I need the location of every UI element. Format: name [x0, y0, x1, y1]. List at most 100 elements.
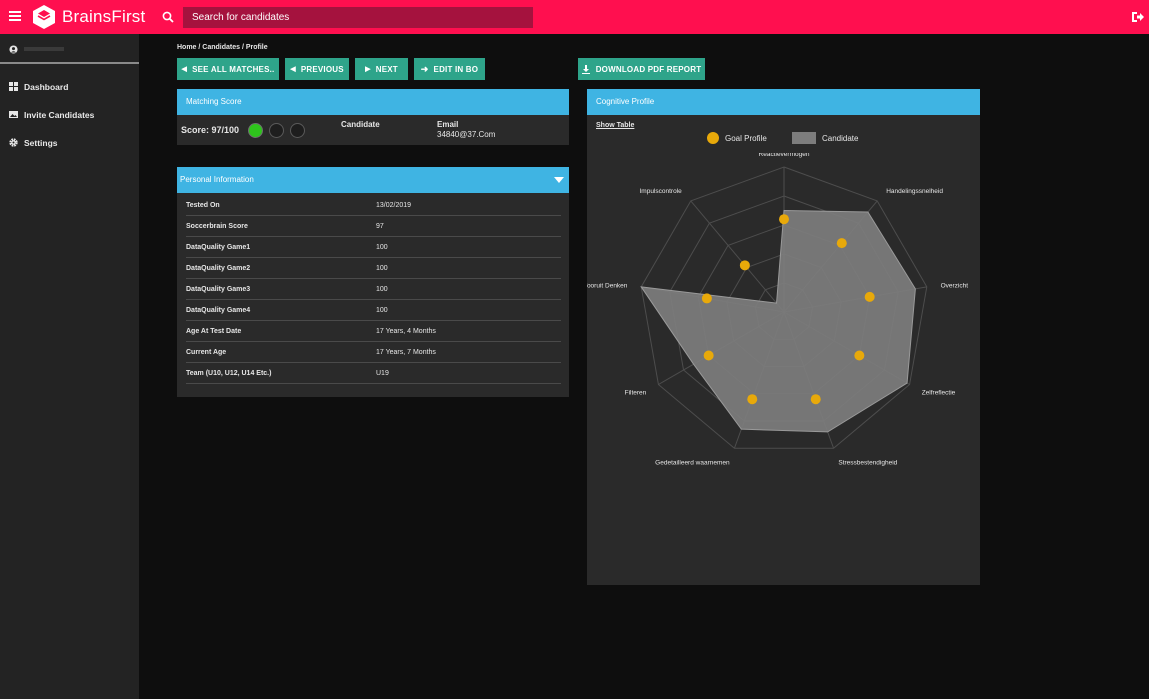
goal-profile-point: [739, 260, 750, 271]
axis-label: Vooruit Denken: [587, 282, 628, 289]
edit-in-bo-button[interactable]: ➜ EDIT IN BO: [414, 58, 485, 80]
edit-in-bo-label: EDIT IN BO: [433, 64, 479, 74]
chevron-left-icon: ◀: [181, 66, 188, 73]
sidebar-item-label: Dashboard: [24, 82, 69, 92]
goal-profile-point: [747, 394, 758, 405]
axis-label: Handelingssnelheid: [886, 188, 943, 195]
match-indicator-1: [248, 123, 263, 138]
sidebar-item-label: Settings: [24, 138, 58, 148]
search-input[interactable]: [183, 7, 533, 28]
previous-label: PREVIOUS: [300, 64, 344, 74]
cognitive-profile-header: Cognitive Profile: [587, 89, 980, 115]
candidate-label: Candidate: [341, 120, 380, 129]
personal-information-title: Personal Information: [180, 175, 254, 184]
sidebar-item-dashboard[interactable]: Dashboard: [0, 77, 139, 97]
breadcrumb: Home / Candidates / Profile: [177, 44, 268, 51]
info-key: Age At Test Date: [186, 328, 242, 335]
next-label: NEXT: [375, 64, 398, 74]
chevron-left-icon: ◀: [290, 66, 296, 73]
info-key: DataQuality Game3: [186, 286, 251, 293]
previous-button[interactable]: ◀ PREVIOUS: [285, 58, 349, 80]
arrow-right-icon: ➜: [420, 63, 429, 74]
goal-profile-point: [810, 394, 821, 405]
info-value: 100: [376, 244, 388, 251]
sidebar-item-settings[interactable]: Settings: [0, 133, 139, 153]
dashboard-icon: [9, 82, 18, 91]
axis-label: Reactievermogen: [759, 153, 810, 158]
info-value: 100: [376, 265, 388, 272]
goal-profile-point: [701, 293, 712, 304]
info-row: Age At Test Date 17 Years, 4 Months: [186, 321, 561, 342]
legend-candidate-swatch: [792, 132, 816, 144]
search-icon[interactable]: [162, 11, 174, 23]
info-key: Soccerbrain Score: [186, 223, 248, 230]
info-key: Team (U10, U12, U14 Etc.): [186, 370, 272, 377]
brand-logo[interactable]: BrainsFirst: [30, 3, 145, 31]
legend-goal-swatch: [707, 132, 719, 144]
next-button[interactable]: ▶ NEXT: [355, 58, 408, 80]
top-bar: BrainsFirst: [0, 0, 1149, 34]
info-value: 97: [376, 223, 384, 230]
info-row: Current Age 17 Years, 7 Months: [186, 342, 561, 363]
see-all-matches-button[interactable]: ◀ SEE ALL MATCHES..: [177, 58, 279, 80]
info-value: U19: [376, 370, 389, 377]
sidebar-item-label: Invite Candidates: [24, 110, 95, 120]
email-label: Email: [437, 120, 459, 129]
see-all-matches-label: SEE ALL MATCHES..: [192, 64, 275, 74]
goal-profile-point: [864, 291, 875, 302]
email-value: 34840@37.Com: [437, 130, 496, 139]
legend-goal-label: Goal Profile: [725, 133, 767, 143]
axis-label: Zelfreflectie: [922, 390, 956, 397]
axis-label: Stressbestendigheid: [838, 459, 897, 466]
chevron-down-icon[interactable]: [554, 177, 564, 183]
legend-candidate-label: Candidate: [822, 133, 859, 143]
hamburger-menu-icon[interactable]: [9, 11, 21, 21]
personal-information-panel: Personal Information Tested On 13/02/2019…: [177, 167, 569, 397]
radar-chart: Reactievermogen Handelingssnelheid Overzic…: [587, 153, 968, 466]
sidebar: Dashboard Invite Candidates Settings: [0, 34, 139, 699]
goal-profile-point: [779, 214, 789, 225]
info-row: Soccerbrain Score 97: [186, 216, 561, 237]
logo-text: BrainsFirst: [62, 7, 146, 26]
info-key: Tested On: [186, 202, 220, 209]
download-icon: [581, 64, 590, 74]
info-value: 100: [376, 286, 388, 293]
axis-label: Gedetailleerd waarnemen: [655, 459, 730, 466]
info-value: 100: [376, 307, 388, 314]
download-pdf-report-button[interactable]: DOWNLOAD PDF REPORT: [578, 58, 705, 80]
matching-score-header: Matching Score: [177, 89, 569, 115]
info-value: 13/02/2019: [376, 202, 412, 209]
info-row: DataQuality Game3 100: [186, 279, 561, 300]
legend-candidate[interactable]: Candidate: [792, 131, 858, 145]
download-pdf-label: DOWNLOAD PDF REPORT: [595, 64, 702, 74]
goal-profile-point: [854, 350, 865, 361]
logout-icon[interactable]: [1131, 11, 1144, 23]
goal-profile-point: [703, 350, 714, 361]
info-key: DataQuality Game1: [186, 244, 251, 251]
info-key: Current Age: [186, 349, 227, 356]
axis-label: Impulscontrole: [640, 188, 683, 195]
matching-score-panel: Matching Score Score: 97/100 Candidate E…: [177, 89, 569, 145]
legend-goal-profile[interactable]: Goal Profile: [707, 131, 767, 145]
info-row: DataQuality Game4 100: [186, 300, 561, 321]
score-label: Score: 97/100: [181, 125, 240, 135]
user-profile-row[interactable]: [0, 34, 139, 64]
candidate-area: [640, 209, 916, 433]
info-key: DataQuality Game4: [186, 307, 251, 314]
info-row: Tested On 13/02/2019: [186, 195, 561, 216]
sidebar-item-invite-candidates[interactable]: Invite Candidates: [0, 105, 139, 125]
axis-label: Filteren: [625, 390, 647, 397]
personal-information-header[interactable]: Personal Information: [177, 167, 569, 193]
cognitive-profile-panel: Cognitive Profile Show Table Goal Profil…: [587, 89, 980, 585]
image-icon: [9, 111, 18, 118]
show-table-link[interactable]: Show Table: [596, 122, 634, 129]
info-row: Team (U10, U12, U14 Etc.) U19: [186, 363, 561, 384]
logo-mark-icon: [33, 5, 55, 29]
goal-profile-point: [836, 238, 847, 249]
info-value: 17 Years, 4 Months: [376, 328, 436, 335]
info-row: DataQuality Game2 100: [186, 258, 561, 279]
match-indicator-3: [290, 123, 305, 138]
chevron-right-icon: ▶: [365, 66, 371, 73]
user-name-placeholder: [24, 47, 64, 51]
gear-icon: [9, 138, 18, 147]
